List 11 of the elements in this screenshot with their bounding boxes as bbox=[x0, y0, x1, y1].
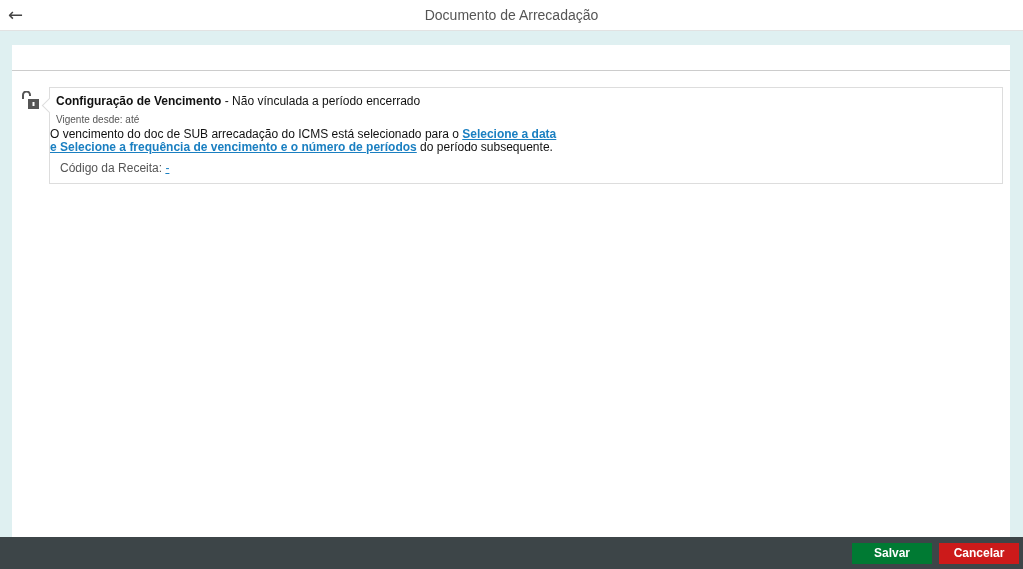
revenue-code-link[interactable]: - bbox=[165, 161, 170, 175]
description-text: O vencimento do doc de SUB arrecadação do ICMS está selecionado para o Selecione a data e Selecione a frequência de vencimento e o número de períodos do período subsequente. bbox=[50, 128, 558, 154]
frequency-link[interactable]: e Selecione a frequência de vencimento e o número de períodos bbox=[50, 140, 417, 154]
back-button[interactable]: ← bbox=[8, 4, 24, 25]
cancel-button[interactable]: Cancelar bbox=[939, 542, 1019, 564]
save-button[interactable]: Salvar bbox=[852, 542, 932, 564]
page-title: Documento de Arrecadação bbox=[424, 7, 599, 23]
date-link[interactable]: Selecione a data bbox=[462, 127, 557, 141]
validity-text: Vigente desde: até bbox=[56, 114, 140, 125]
revenue-code-label: Código da Receita: bbox=[60, 161, 164, 175]
card-title: Configuração de Vencimento - Não vínculada a período encerrado bbox=[56, 94, 421, 108]
